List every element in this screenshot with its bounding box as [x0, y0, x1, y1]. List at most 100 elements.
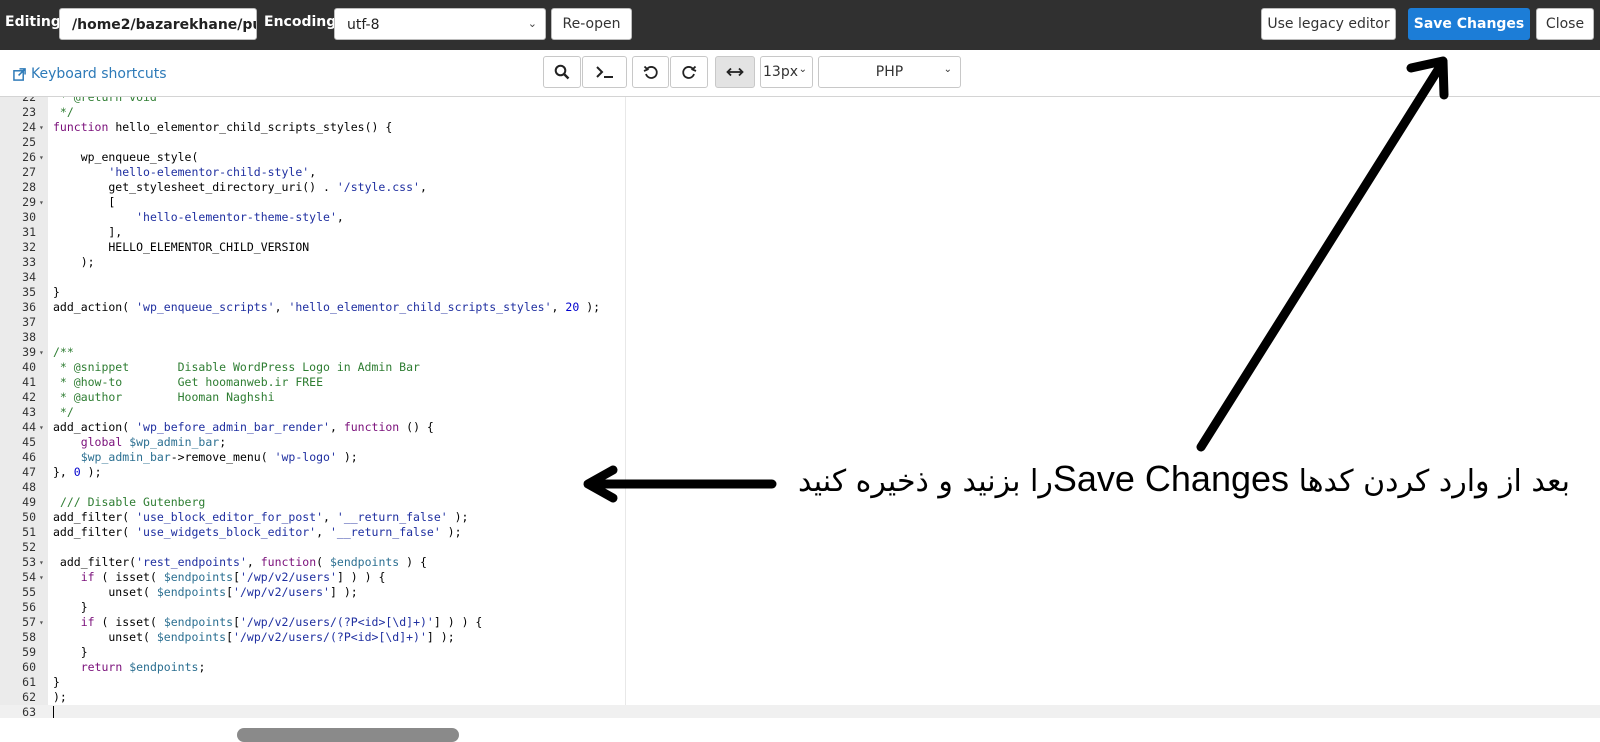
code-line[interactable]: 30 'hello-elementor-theme-style', — [0, 210, 1600, 225]
close-button[interactable]: Close — [1536, 8, 1594, 40]
code-text: global $wp_admin_bar; — [80, 435, 227, 449]
code-line[interactable]: 36 add_action( 'wp_enqueue_scripts', 'hel… — [0, 300, 1600, 315]
code-line[interactable]: 42 * @author Hooman Naghshi — [0, 390, 1600, 405]
code-line[interactable]: 63 — [0, 705, 1600, 718]
font-size-select[interactable]: 13px ⌄ — [760, 56, 813, 88]
code-line[interactable]: 23 */ — [0, 105, 1600, 120]
fold-toggle-icon[interactable]: ▾ — [39, 570, 44, 585]
line-number: 28 — [22, 180, 36, 194]
code-line[interactable]: 32 HELLO_ELEMENTOR_CHILD_VERSION — [0, 240, 1600, 255]
code-text: HELLO_ELEMENTOR_CHILD_VERSION — [53, 240, 310, 254]
line-number: 45 — [22, 435, 36, 449]
line-number: 53 — [22, 555, 36, 569]
code-line[interactable]: 28 get_stylesheet_directory_uri() . '/st… — [0, 180, 1600, 195]
fold-toggle-icon[interactable]: ▾ — [39, 120, 44, 135]
code-text: get_stylesheet_directory_uri() . '/style… — [53, 180, 427, 194]
code-editor[interactable]: 22 * @return void 23 */24 ▾ function hello_… — [0, 97, 1600, 718]
line-number: 40 — [22, 360, 36, 374]
code-line[interactable]: 62); — [0, 690, 1600, 705]
redo-button[interactable] — [670, 56, 708, 88]
editor-header-bar: Editing: /home2/bazarekhane/pu Encoding:… — [0, 0, 1600, 50]
code-line[interactable]: 39 ▾ /** — [0, 345, 1600, 360]
code-line[interactable]: 55 unset( $endpoints['/wp/v2/users'] ); — [0, 585, 1600, 600]
code-line[interactable]: 53 ▾ add_filter('rest_endpoints', functio… — [0, 555, 1600, 570]
wrap-toggle-button[interactable] — [715, 56, 755, 88]
redo-icon — [682, 65, 697, 79]
search-button[interactable] — [543, 56, 581, 88]
code-line[interactable]: 34 — [0, 270, 1600, 285]
code-line[interactable]: 25 — [0, 135, 1600, 150]
code-line[interactable]: 50 add_filter( 'use_block_editor_for_post… — [0, 510, 1600, 525]
code-text — [53, 705, 54, 718]
line-number: 55 — [22, 585, 36, 599]
code-line[interactable]: 45 global $wp_admin_bar; — [0, 435, 1600, 450]
code-text: } — [53, 645, 88, 659]
code-line[interactable]: 26 ▾ wp_enqueue_style( — [0, 150, 1600, 165]
use-legacy-editor-button[interactable]: Use legacy editor — [1261, 8, 1396, 40]
line-number: 44 — [22, 420, 36, 434]
instruction-suffix: را بزنید و ذخیره کنید — [797, 464, 1053, 499]
code-line[interactable]: 43 */ — [0, 405, 1600, 420]
terminal-icon — [595, 66, 613, 78]
keyboard-shortcuts-link[interactable]: Keyboard shortcuts — [13, 66, 167, 82]
line-number: 43 — [22, 405, 36, 419]
line-number: 63 — [22, 705, 36, 718]
undo-icon — [643, 65, 658, 79]
file-path-field[interactable]: /home2/bazarekhane/pu — [59, 8, 257, 40]
code-line[interactable]: 57 ▾ if ( isset( $endpoints['/wp/v2/users… — [0, 615, 1600, 630]
fold-toggle-icon[interactable]: ▾ — [39, 150, 44, 165]
code-line[interactable]: 27 'hello-elementor-child-style', — [0, 165, 1600, 180]
undo-button[interactable] — [632, 56, 669, 88]
code-line[interactable]: 33 ); — [0, 255, 1600, 270]
horizontal-scrollbar[interactable] — [237, 728, 459, 742]
line-number: 36 — [22, 300, 36, 314]
line-number: 42 — [22, 390, 36, 404]
code-line[interactable]: 56 } — [0, 600, 1600, 615]
code-text: $wp_admin_bar->remove_menu( 'wp-logo' ); — [80, 450, 358, 464]
code-text: ], — [53, 225, 123, 239]
line-number: 54 — [22, 570, 36, 584]
code-line[interactable]: 35} — [0, 285, 1600, 300]
line-number: 39 — [22, 345, 36, 359]
encoding-select[interactable]: utf-8 ⌄ — [334, 8, 546, 40]
code-line[interactable]: 41 * @how-to Get hoomanweb.ir FREE — [0, 375, 1600, 390]
code-line[interactable]: 58 unset( $endpoints['/wp/v2/users/(?P<i… — [0, 630, 1600, 645]
code-line[interactable]: 38 — [0, 330, 1600, 345]
chevron-down-icon: ⌄ — [527, 17, 537, 30]
code-text: */ — [53, 405, 74, 419]
reopen-button[interactable]: Re-open — [551, 8, 632, 40]
line-number: 22 — [22, 97, 36, 104]
code-line[interactable]: 59 } — [0, 645, 1600, 660]
code-line[interactable]: 40 * @snippet Disable WordPress Logo in … — [0, 360, 1600, 375]
code-line[interactable]: 44 ▾ add_action( 'wp_before_admin_bar_rend… — [0, 420, 1600, 435]
fold-toggle-icon[interactable]: ▾ — [39, 195, 44, 210]
code-text: add_filter( 'use_block_editor_for_post',… — [53, 510, 469, 524]
goto-line-button[interactable] — [582, 56, 627, 88]
code-line[interactable]: 54 ▾ if ( isset( $endpoints['/wp/v2/users… — [0, 570, 1600, 585]
save-changes-button[interactable]: Save Changes — [1408, 8, 1530, 40]
code-line[interactable]: 60 return $endpoints; — [0, 660, 1600, 675]
code-line[interactable]: 31 ], — [0, 225, 1600, 240]
code-line[interactable]: 51 add_filter( 'use_widgets_block_editor'… — [0, 525, 1600, 540]
fold-toggle-icon[interactable]: ▾ — [39, 615, 44, 630]
code-text: if ( isset( $endpoints['/wp/v2/users/(?P… — [80, 615, 483, 629]
fold-toggle-icon[interactable]: ▾ — [39, 345, 44, 360]
line-number: 25 — [22, 135, 36, 149]
font-size-value: 13px — [763, 64, 798, 80]
code-line[interactable]: 24 ▾ function hello_elementor_child_script… — [0, 120, 1600, 135]
code-text: function hello_elementor_child_scripts_s… — [53, 120, 393, 134]
code-line[interactable]: 22 * @return void — [0, 97, 1600, 105]
code-text: * @author Hooman Naghshi — [53, 390, 275, 404]
line-number: 29 — [22, 195, 36, 209]
code-line[interactable]: 37 — [0, 315, 1600, 330]
fold-toggle-icon[interactable]: ▾ — [39, 420, 44, 435]
fold-toggle-icon[interactable]: ▾ — [39, 555, 44, 570]
line-number: 30 — [22, 210, 36, 224]
line-number: 60 — [22, 660, 36, 674]
code-line[interactable]: 52 — [0, 540, 1600, 555]
code-line[interactable]: 61} — [0, 675, 1600, 690]
language-select[interactable]: PHP ⌄ — [818, 56, 961, 88]
line-number: 38 — [22, 330, 36, 344]
line-number: 23 — [22, 105, 36, 119]
code-line[interactable]: 29 ▾ [ — [0, 195, 1600, 210]
